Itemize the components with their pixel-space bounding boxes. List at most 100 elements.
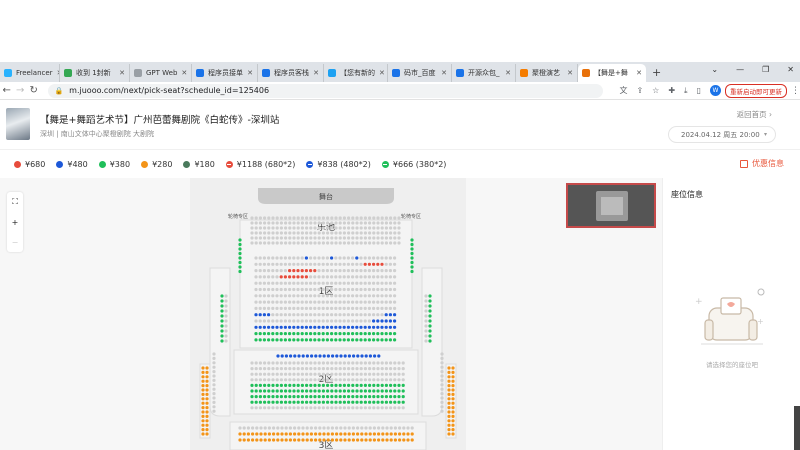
seat[interactable] (380, 306, 384, 310)
seat[interactable] (300, 389, 304, 393)
seat[interactable] (351, 221, 355, 225)
seat[interactable] (321, 241, 325, 245)
seat[interactable] (368, 400, 372, 404)
seat[interactable] (428, 304, 432, 308)
seat[interactable] (355, 236, 359, 240)
seat[interactable] (317, 231, 321, 235)
seat[interactable] (296, 241, 300, 245)
seat[interactable] (304, 319, 308, 323)
seat[interactable] (275, 281, 279, 285)
seat[interactable] (351, 367, 355, 371)
seat[interactable] (347, 372, 351, 376)
seat[interactable] (393, 361, 397, 365)
seat[interactable] (201, 410, 205, 414)
seat[interactable] (284, 216, 288, 220)
seat[interactable] (254, 306, 258, 310)
seat[interactable] (262, 294, 266, 298)
seat[interactable] (263, 236, 267, 240)
seat[interactable] (296, 216, 300, 220)
seat[interactable] (447, 366, 451, 370)
seat[interactable] (250, 241, 254, 245)
seat[interactable] (300, 361, 304, 365)
bookmark-star-icon[interactable]: ☆ (652, 86, 659, 95)
seat[interactable] (372, 300, 376, 304)
seat[interactable] (284, 383, 288, 387)
seat[interactable] (267, 313, 271, 317)
seat[interactable] (242, 426, 246, 430)
seat[interactable] (347, 367, 351, 371)
seat[interactable] (254, 262, 258, 266)
seat[interactable] (309, 226, 313, 230)
seat[interactable] (440, 383, 444, 387)
seat[interactable] (254, 241, 258, 245)
seat[interactable] (238, 242, 242, 247)
seat[interactable] (410, 247, 414, 251)
seat[interactable] (330, 361, 334, 365)
seat[interactable] (351, 231, 355, 235)
seat[interactable] (451, 428, 455, 432)
seat[interactable] (326, 216, 330, 220)
seat[interactable] (238, 260, 242, 265)
seat[interactable] (451, 419, 455, 423)
seat[interactable] (263, 361, 267, 365)
seat[interactable] (280, 438, 284, 442)
seat[interactable] (280, 426, 284, 430)
seat[interactable] (372, 236, 376, 240)
seat[interactable] (342, 378, 346, 382)
seat[interactable] (258, 367, 262, 371)
seat[interactable] (313, 256, 317, 260)
seat[interactable] (262, 262, 266, 266)
seat[interactable] (275, 241, 279, 245)
tab-close-icon[interactable]: ✕ (501, 69, 511, 77)
seat[interactable] (381, 426, 385, 430)
seat[interactable] (355, 306, 359, 310)
seat[interactable] (342, 294, 346, 298)
seat[interactable] (347, 438, 351, 442)
seat[interactable] (296, 262, 300, 266)
seat[interactable] (325, 287, 329, 292)
seat[interactable] (339, 426, 343, 430)
seat[interactable] (424, 334, 428, 338)
seat[interactable] (363, 281, 367, 285)
seat[interactable] (292, 241, 296, 245)
seat[interactable] (284, 378, 288, 382)
seat[interactable] (288, 378, 292, 382)
seat[interactable] (346, 319, 350, 323)
seat[interactable] (271, 262, 275, 266)
seat[interactable] (334, 300, 338, 304)
seat[interactable] (447, 414, 451, 418)
seat[interactable] (288, 426, 292, 430)
seat[interactable] (283, 287, 287, 292)
seat[interactable] (288, 432, 292, 436)
seat[interactable] (424, 319, 428, 323)
seat[interactable] (205, 397, 209, 401)
seat[interactable] (447, 397, 451, 401)
seat[interactable] (317, 262, 321, 266)
seat[interactable] (363, 395, 367, 399)
seat[interactable] (359, 236, 363, 240)
seat[interactable] (334, 389, 338, 393)
seat[interactable] (267, 300, 271, 304)
seat[interactable] (363, 361, 367, 365)
seat[interactable] (384, 262, 388, 266)
seat[interactable] (309, 241, 313, 245)
seat[interactable] (224, 304, 228, 308)
seat[interactable] (309, 236, 313, 240)
seat[interactable] (271, 300, 275, 304)
seat[interactable] (380, 275, 384, 279)
seat[interactable] (321, 389, 325, 393)
seat[interactable] (304, 287, 308, 292)
seat[interactable] (314, 438, 318, 442)
seat[interactable] (313, 241, 317, 245)
seat[interactable] (321, 236, 325, 240)
seat[interactable] (309, 378, 313, 382)
tab-close-icon[interactable]: ✕ (309, 69, 319, 77)
seat[interactable] (296, 300, 300, 304)
seat[interactable] (309, 372, 313, 376)
seat[interactable] (359, 231, 363, 235)
seat[interactable] (355, 269, 359, 273)
seat[interactable] (372, 378, 376, 382)
seat[interactable] (428, 314, 432, 318)
seat[interactable] (351, 256, 355, 260)
seat[interactable] (384, 372, 388, 376)
